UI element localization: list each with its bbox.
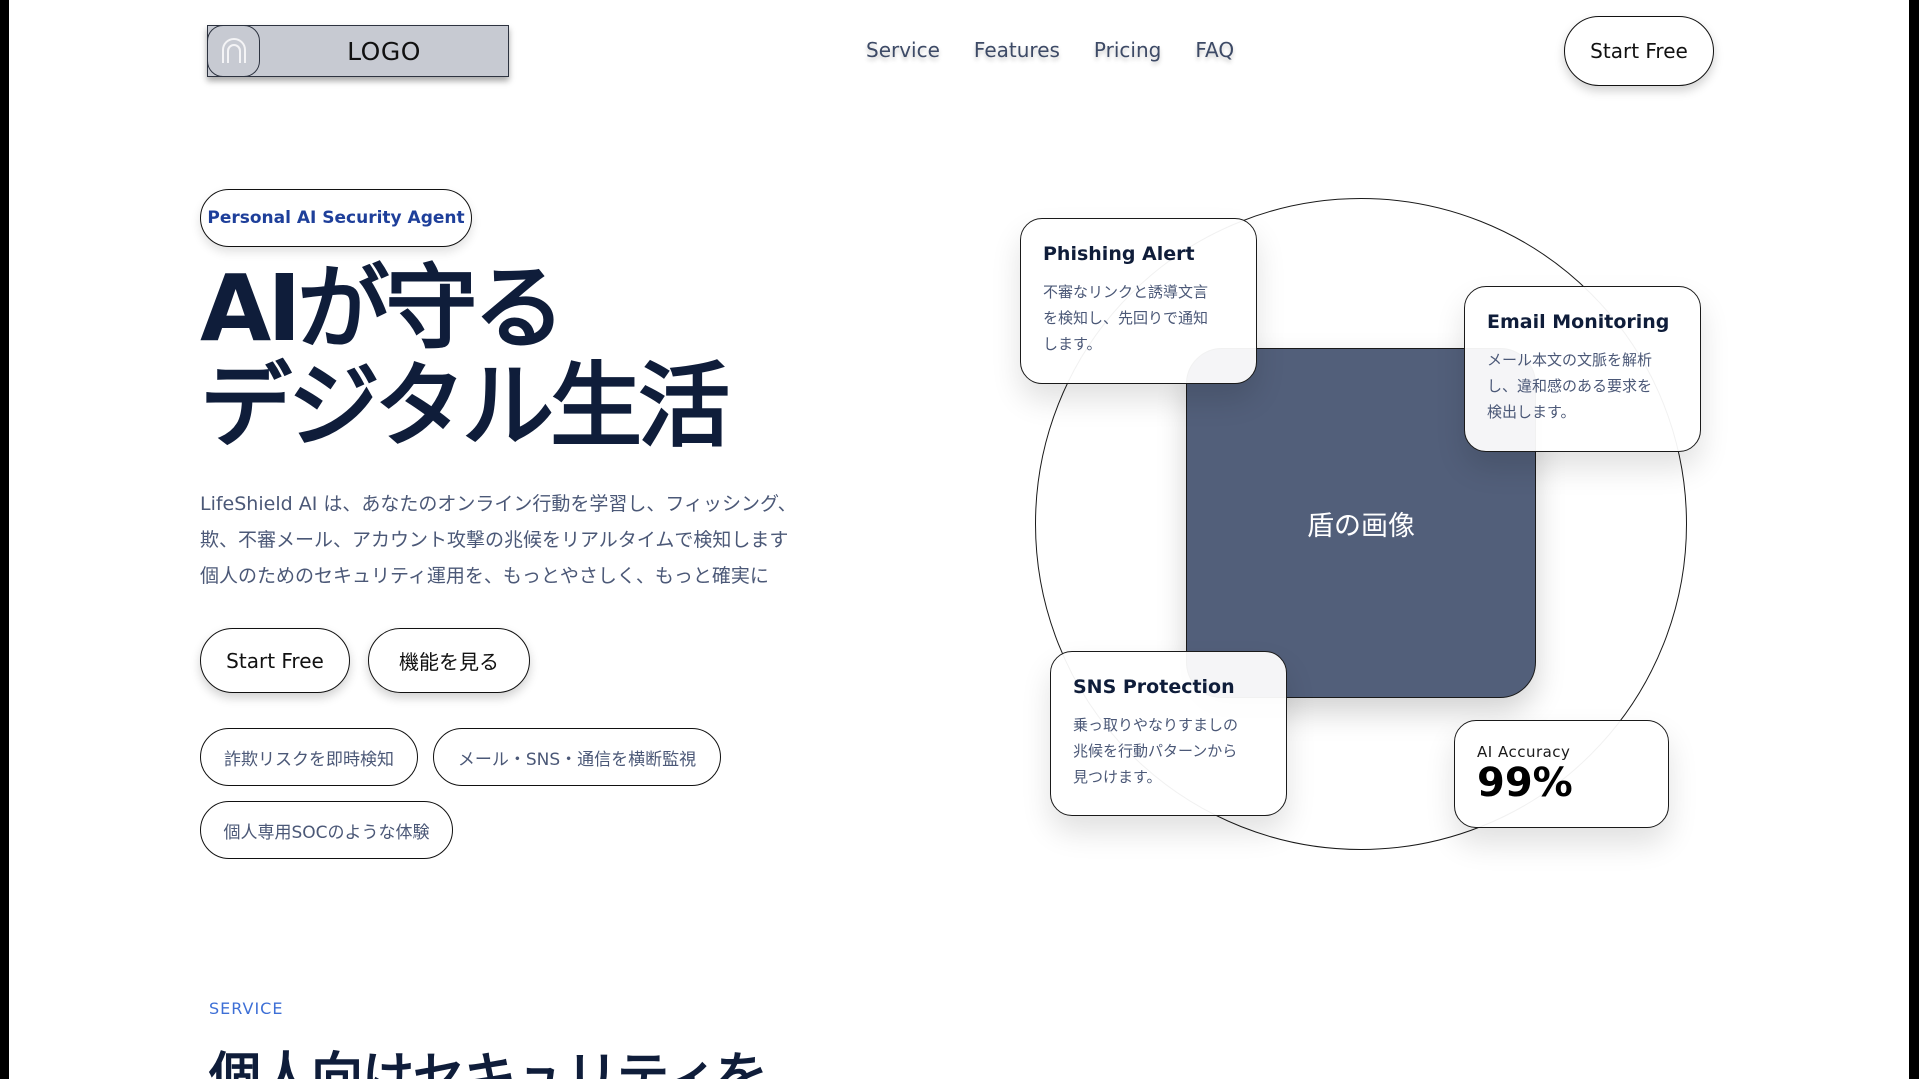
logo-text: LOGO — [347, 36, 421, 66]
card-text-line: します。 — [1043, 335, 1102, 353]
card-title: Phishing Alert — [1043, 243, 1195, 265]
hero-badge: Personal AI Security Agent — [200, 189, 472, 247]
feature-tag-cross-monitoring: メール・SNS・通信を横断監視 — [433, 728, 721, 786]
card-text: メール本文の文脈を解析 し、違和感のある要求を 検出します。 — [1487, 347, 1678, 425]
nav-link-service[interactable]: Service — [866, 38, 940, 62]
hero-desc-line-3: 個人のためのセキュリティ運用を、もっとやさしく、もっと確実に — [200, 565, 769, 587]
nav-link-features[interactable]: Features — [974, 38, 1060, 62]
logo-arch-icon — [207, 25, 260, 77]
card-text-line: を検知し、先回りで通知 — [1043, 309, 1209, 327]
card-text-line: し、違和感のある要求を — [1487, 377, 1653, 395]
card-text-line: 不審なリンクと誘導文言 — [1043, 283, 1209, 301]
page: LOGO Service Features Pricing FAQ Start … — [9, 0, 1909, 1079]
feature-tag-fraud-detection: 詐欺リスクを即時検知 — [200, 728, 418, 786]
card-text: 不審なリンクと誘導文言 を検知し、先回りで通知 します。 — [1043, 279, 1234, 357]
card-text-line: 検出します。 — [1487, 403, 1576, 421]
card-title: Email Monitoring — [1487, 311, 1670, 333]
card-text-line: 見つけます。 — [1073, 768, 1162, 786]
card-title: SNS Protection — [1073, 676, 1235, 698]
card-text-line: メール本文の文脈を解析 — [1487, 351, 1653, 369]
logo[interactable]: LOGO — [207, 25, 509, 77]
email-monitoring-card: Email Monitoring メール本文の文脈を解析 し、違和感のある要求を… — [1464, 286, 1701, 452]
nav-link-pricing[interactable]: Pricing — [1094, 38, 1161, 62]
sns-protection-card: SNS Protection 乗っ取りやなりすましの 兆候を行動パターンから 見… — [1050, 651, 1287, 816]
hero-title: AIが守る デジタル生活 — [200, 260, 920, 456]
card-text-line: 兆候を行動パターンから — [1073, 742, 1238, 760]
service-section-label: SERVICE — [209, 999, 284, 1018]
hero-start-free-button[interactable]: Start Free — [200, 628, 350, 693]
phishing-alert-card: Phishing Alert 不審なリンクと誘導文言 を検知し、先回りで通知 し… — [1020, 218, 1257, 384]
header-start-free-button[interactable]: Start Free — [1564, 16, 1714, 86]
card-text-line: 乗っ取りやなりすましの — [1073, 716, 1239, 734]
feature-tag-personal-soc: 個人専用SOCのような体験 — [200, 801, 453, 859]
hero-desc-line-2: 欺、不審メール、アカウント攻撃の兆候をリアルタイムで検知します — [200, 529, 789, 551]
hero-title-line-2: デジタル生活 — [200, 353, 730, 460]
card-text: 乗っ取りやなりすましの 兆候を行動パターンから 見つけます。 — [1073, 712, 1264, 790]
hero-description: LifeShield AI は、あなたのオンライン行動を学習し、フィッシング、 … — [200, 486, 880, 594]
hero-desc-line-1: LifeShield AI は、あなたのオンライン行動を学習し、フィッシング、 — [200, 493, 797, 515]
ai-accuracy-card: AI Accuracy 99% — [1454, 720, 1669, 828]
service-section-title: 個人向けセキュリティを — [209, 1048, 768, 1079]
accuracy-label: AI Accuracy — [1477, 743, 1571, 761]
accuracy-value: 99% — [1477, 760, 1573, 806]
hero-title-line-1: AIが守る — [200, 255, 565, 362]
nav-link-faq[interactable]: FAQ — [1195, 38, 1234, 62]
view-features-button[interactable]: 機能を見る — [368, 628, 530, 693]
main-nav: Service Features Pricing FAQ — [866, 38, 1234, 62]
